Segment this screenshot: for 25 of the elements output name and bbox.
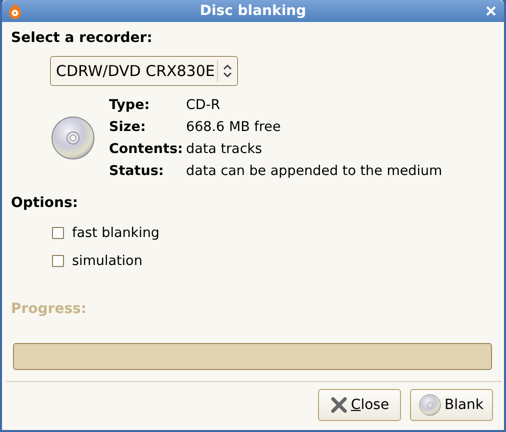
info-value: data tracks [186, 140, 264, 158]
spinner-arrows-icon [223, 64, 232, 78]
progress-label: Progress: [11, 300, 88, 319]
close-icon[interactable] [486, 6, 496, 16]
info-label: Status: [109, 162, 165, 180]
info-value: CD-R [186, 96, 222, 114]
window-title: Disc blanking [200, 2, 306, 20]
info-value: 668.6 MB free [186, 118, 282, 136]
blank-button[interactable]: Blank [410, 389, 493, 421]
checkbox-label[interactable]: fast blanking [72, 222, 160, 244]
info-label: Contents: [109, 140, 184, 158]
disc-icon [419, 394, 442, 416]
disc-icon [51, 116, 95, 160]
checkbox-label[interactable]: simulation [72, 250, 142, 272]
flame-icon [8, 3, 22, 19]
info-label: Type: [109, 96, 151, 114]
close-button[interactable]: Close [318, 389, 401, 421]
close-icon [330, 396, 348, 414]
section-heading: Options: [11, 194, 79, 213]
checkbox[interactable] [52, 227, 64, 239]
checkbox[interactable] [52, 255, 64, 267]
info-label: Size: [109, 118, 147, 136]
recorder-combobox[interactable]: CDRW/DVD CRX830E [50, 56, 238, 86]
section-heading: Select a recorder: [11, 29, 154, 48]
info-value: data can be appended to the medium [186, 162, 442, 180]
